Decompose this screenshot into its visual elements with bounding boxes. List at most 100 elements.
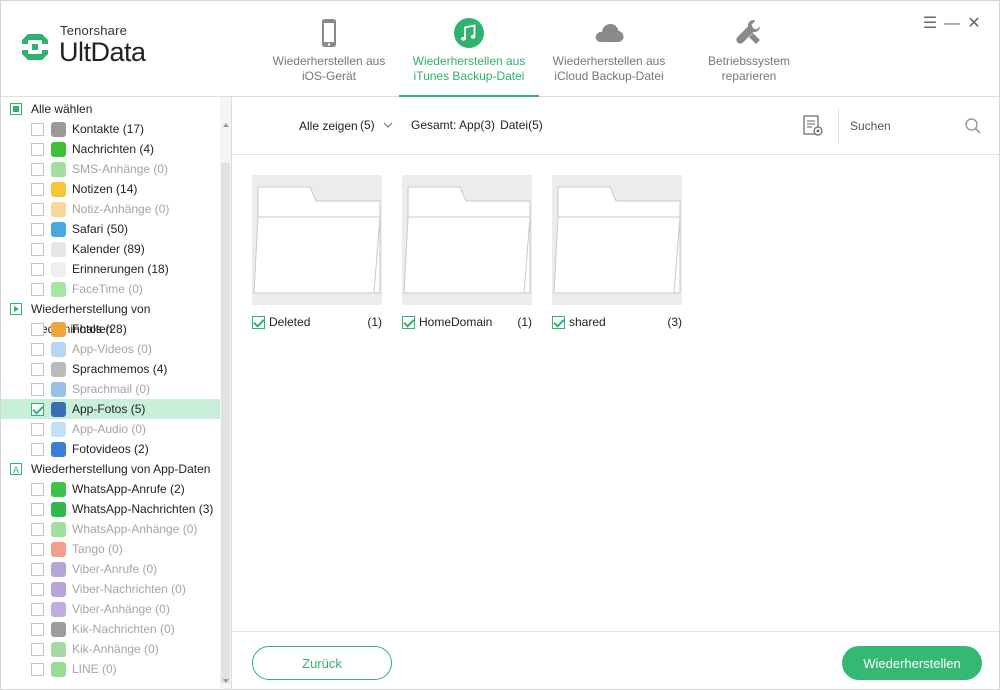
section-toggle[interactable] [10, 303, 22, 315]
sidebar-item-checkbox[interactable] [31, 123, 44, 136]
sidebar-item[interactable]: Erinnerungen (18) [1, 259, 220, 279]
sidebar-item-label: Sprachmail (0) [72, 382, 151, 396]
sidebar-item[interactable]: Viber-Anhänge (0) [1, 599, 220, 619]
sidebar-item-label: Tango (0) [72, 542, 123, 556]
folder-icon[interactable] [552, 175, 682, 305]
sidebar-item-checkbox[interactable] [31, 503, 44, 516]
search-icon[interactable] [963, 116, 983, 136]
sidebar-item[interactable]: Kalender (89) [1, 239, 220, 259]
section-label: Alle wählen [31, 102, 93, 116]
sidebar-item-checkbox[interactable] [31, 523, 44, 536]
sidebar-item-checkbox[interactable] [31, 343, 44, 356]
sidebar-item-checkbox[interactable] [31, 203, 44, 216]
sidebar-item-checkbox[interactable] [31, 323, 44, 336]
sidebar-item-checkbox[interactable] [31, 283, 44, 296]
sidebar-item[interactable]: Notizen (14) [1, 179, 220, 199]
sidebar-item[interactable]: Notiz-Anhänge (0) [1, 199, 220, 219]
sidebar-item[interactable]: SMS-Anhänge (0) [1, 159, 220, 179]
sidebar-item-checkbox[interactable] [31, 483, 44, 496]
sidebar-item[interactable]: WhatsApp-Anhänge (0) [1, 519, 220, 539]
sidebar-item[interactable]: Sprachmemos (4) [1, 359, 220, 379]
menu-icon[interactable]: ☰ [921, 15, 939, 33]
sidebar-item-checkbox[interactable] [31, 423, 44, 436]
sidebar-item[interactable]: Sprachmail (0) [1, 379, 220, 399]
sidebar-item[interactable]: Fotovideos (2) [1, 439, 220, 459]
sidebar-item-checkbox[interactable] [31, 403, 44, 416]
sidebar-scrollbar[interactable] [220, 97, 231, 689]
sidebar-item-label: Kik-Nachrichten (0) [72, 622, 175, 636]
sidebar-item-label: Viber-Nachrichten (0) [72, 582, 186, 596]
sidebar-item-checkbox[interactable] [31, 643, 44, 656]
main-panel: Alle zeigen (5) Gesamt: App(3) Datei(5) [232, 97, 999, 689]
tab-icloud-backup[interactable]: Wiederherstellen aus iCloud Backup-Datei [539, 1, 679, 97]
tab-itunes-backup[interactable]: Wiederherstellen aus iTunes Backup-Datei [399, 1, 539, 98]
minimize-icon[interactable]: — [943, 15, 961, 33]
sidebar-item-label: LINE (0) [72, 662, 117, 676]
select-all-toggle[interactable] [10, 103, 22, 115]
folder-checkbox[interactable] [252, 316, 265, 329]
sidebar-item-checkbox[interactable] [31, 243, 44, 256]
sidebar-item[interactable]: App-Videos (0) [1, 339, 220, 359]
sidebar-section-header[interactable]: Alle wählen [1, 99, 220, 119]
sidebar-item[interactable]: LINE (0) [1, 659, 220, 679]
sidebar-item-label: App-Audio (0) [72, 422, 147, 436]
scroll-down-icon[interactable] [223, 679, 229, 683]
scroll-thumb[interactable] [221, 163, 230, 683]
sidebar-item[interactable]: App-Fotos (5) [1, 399, 220, 419]
sidebar-section-header[interactable]: A Wiederherstellung von App-Daten [1, 459, 220, 479]
sidebar-item-checkbox[interactable] [31, 163, 44, 176]
scroll-up-icon[interactable] [223, 123, 229, 127]
sidebar-item[interactable]: FaceTime (0) [1, 279, 220, 299]
sidebar-item[interactable]: App-Audio (0) [1, 419, 220, 439]
video-icon [51, 342, 66, 357]
close-icon[interactable]: ✕ [965, 15, 983, 33]
sidebar-item-checkbox[interactable] [31, 383, 44, 396]
sidebar-item-checkbox[interactable] [31, 443, 44, 456]
sidebar-item-checkbox[interactable] [31, 363, 44, 376]
sidebar-item-checkbox[interactable] [31, 623, 44, 636]
restore-button[interactable]: Wiederherstellen [842, 646, 982, 680]
export-settings-icon[interactable] [802, 114, 824, 138]
app-window: Tenorshare UltData Wiederherstellen aus i… [0, 0, 1000, 690]
folder-checkbox[interactable] [552, 316, 565, 329]
sidebar-item[interactable]: Viber-Anrufe (0) [1, 559, 220, 579]
folder-card[interactable]: Deleted (1) [252, 175, 384, 335]
sidebar-item-checkbox[interactable] [31, 583, 44, 596]
back-button[interactable]: Zurück [252, 646, 392, 680]
sidebar-item-checkbox[interactable] [31, 563, 44, 576]
sidebar-item[interactable]: Kontakte (17) [1, 119, 220, 139]
filter-dropdown[interactable]: Alle zeigen [299, 118, 358, 134]
search-input[interactable] [850, 116, 960, 136]
folder-icon[interactable] [402, 175, 532, 305]
sidebar-item-checkbox[interactable] [31, 143, 44, 156]
sidebar-item[interactable]: Kik-Nachrichten (0) [1, 619, 220, 639]
sidebar-section-header[interactable]: Wiederherstellung von Medieninhalten [1, 299, 220, 336]
sidebar-item-checkbox[interactable] [31, 223, 44, 236]
tab-repair-os[interactable]: Betriebssystem reparieren [679, 1, 819, 97]
sidebar-item[interactable]: Fotos (28) [1, 319, 220, 339]
sidebar-item-checkbox[interactable] [31, 183, 44, 196]
folder-card[interactable]: shared (3) [552, 175, 684, 335]
folder-card[interactable]: HomeDomain (1) [402, 175, 534, 335]
sidebar-item[interactable]: WhatsApp-Anrufe (2) [1, 479, 220, 499]
sidebar-item[interactable]: Tango (0) [1, 539, 220, 559]
folder-checkbox[interactable] [402, 316, 415, 329]
tab-ios-device[interactable]: Wiederherstellen aus iOS-Gerät [259, 1, 399, 97]
sidebar-item[interactable]: WhatsApp-Nachrichten (3) [1, 499, 220, 519]
sidebar-item-checkbox[interactable] [31, 663, 44, 676]
logo-icon [22, 34, 48, 60]
chevron-down-icon[interactable] [382, 118, 394, 132]
summary-file: Datei(5) [500, 118, 543, 132]
sidebar-item-checkbox[interactable] [31, 603, 44, 616]
sidebar-item-checkbox[interactable] [31, 263, 44, 276]
sidebar-item-checkbox[interactable] [31, 543, 44, 556]
section-toggle[interactable]: A [10, 463, 22, 475]
sidebar-item[interactable]: Nachrichten (4) [1, 139, 220, 159]
tab-icloud-backup-label: Wiederherstellen aus iCloud Backup-Datei [552, 54, 666, 83]
folder-icon[interactable] [252, 175, 382, 305]
sidebar-item-label: WhatsApp-Anhänge (0) [72, 522, 198, 536]
sidebar-item[interactable]: Viber-Nachrichten (0) [1, 579, 220, 599]
sidebar-item[interactable]: Safari (50) [1, 219, 220, 239]
window-controls: ☰ — ✕ [921, 15, 985, 35]
sidebar-item[interactable]: Kik-Anhänge (0) [1, 639, 220, 659]
